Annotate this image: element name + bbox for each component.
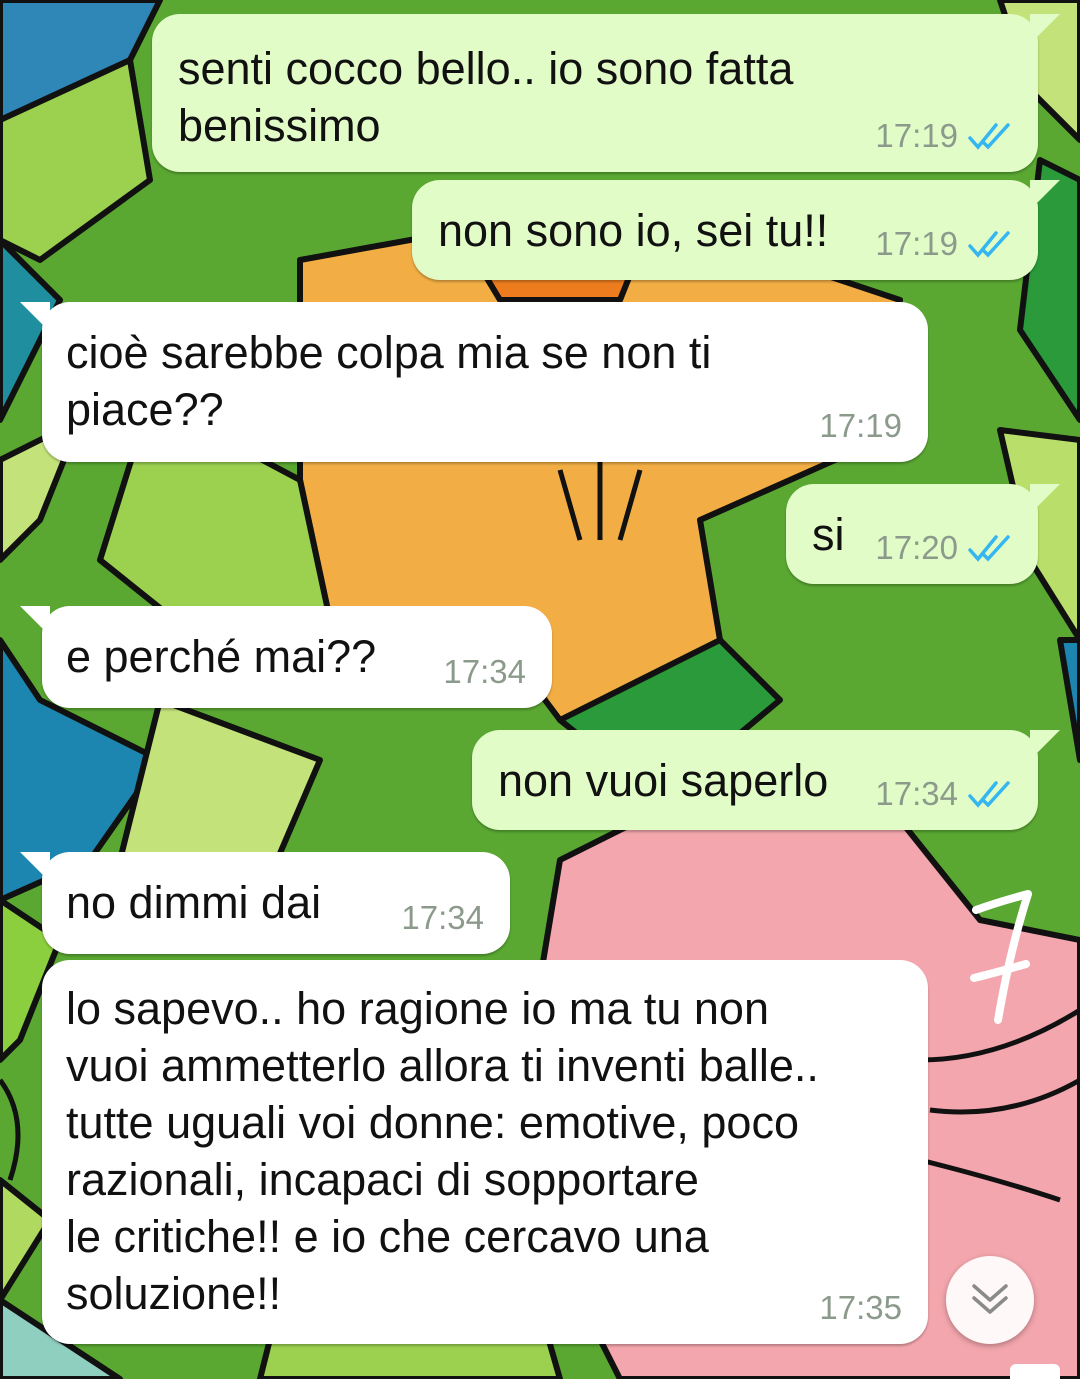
message-meta: 17:34 [401, 898, 484, 938]
message-meta: 17:34 [875, 774, 1014, 814]
message-meta: 17:19 [819, 406, 902, 446]
message-meta: 17:35 [819, 1288, 902, 1328]
bubble-tail [20, 852, 50, 882]
message-outgoing[interactable]: non sono io, sei tu!! 17:19 [412, 180, 1060, 280]
read-double-tick-icon [968, 535, 1010, 562]
bubble-tail [20, 302, 50, 332]
message-outgoing[interactable]: non vuoi saperlo 17:34 [472, 730, 1060, 830]
message-outgoing[interactable]: senti cocco bello.. io sono fatta beniss… [152, 14, 1060, 172]
message-meta: 17:19 [875, 116, 1014, 156]
message-time: 17:20 [875, 529, 958, 566]
message-meta: 17:34 [443, 652, 526, 692]
message-text: lo sapevo.. ho ragione io ma tu non vuoi… [66, 983, 819, 1319]
message-meta: 17:20 [875, 528, 1014, 568]
message-incoming[interactable]: e perché mai?? 17:34 [20, 606, 552, 708]
message-time: 17:34 [401, 899, 484, 936]
message-outgoing[interactable]: si 17:20 [786, 484, 1060, 584]
message-incoming[interactable]: no dimmi dai 17:34 [20, 852, 510, 954]
bubble-tail [1030, 484, 1060, 514]
read-double-tick-icon [968, 231, 1010, 258]
bubble-tail [1030, 730, 1060, 760]
message-incoming[interactable]: lo sapevo.. ho ragione io ma tu non vuoi… [42, 960, 928, 1344]
message-incoming[interactable]: cioè sarebbe colpa mia se non ti piace??… [20, 302, 928, 462]
message-text: cioè sarebbe colpa mia se non ti piace?? [66, 327, 712, 435]
message-time: 17:19 [875, 225, 958, 262]
bubble-tail [1030, 180, 1060, 210]
handwritten-mark [970, 890, 1032, 1024]
bubble-tail [20, 606, 50, 636]
read-double-tick-icon [968, 781, 1010, 808]
message-time: 17:34 [443, 653, 526, 690]
bubble-tail [1030, 14, 1060, 44]
scroll-to-bottom-button[interactable] [946, 1256, 1034, 1344]
message-meta: 17:19 [875, 224, 1014, 264]
next-message-edge [1010, 1364, 1060, 1379]
message-time: 17:35 [819, 1289, 902, 1326]
message-time: 17:19 [819, 407, 902, 444]
message-time: 17:34 [875, 775, 958, 812]
message-time: 17:19 [875, 117, 958, 154]
double-chevron-down-icon [972, 1284, 1008, 1314]
read-double-tick-icon [968, 123, 1010, 150]
